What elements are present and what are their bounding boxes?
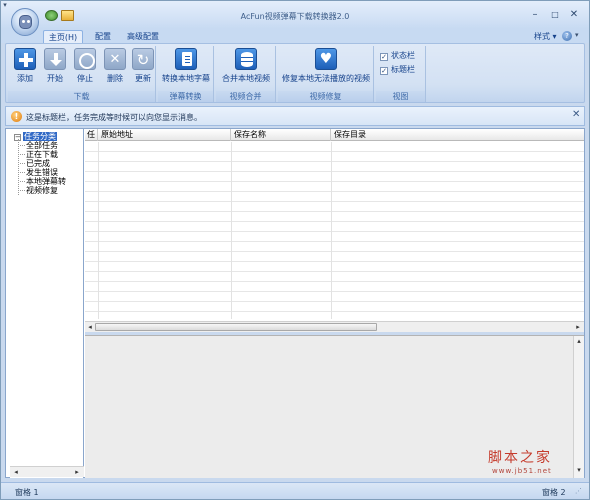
status-bar: 窗格 1 窗格 2 ⋰ xyxy=(1,482,589,499)
column-divider xyxy=(331,142,332,319)
style-menu-label: 样式 xyxy=(534,32,550,41)
titlebar-checkbox-label: 标题栏 xyxy=(391,65,415,74)
column-divider xyxy=(98,142,99,319)
column-index[interactable]: 任 xyxy=(85,129,98,141)
group-view: ✓ 状态栏 ✓ 标题栏 视图 xyxy=(376,46,426,102)
resize-grip-icon[interactable]: ⋰ xyxy=(575,487,582,495)
database-icon xyxy=(235,48,257,70)
table-header: 任 原始地址 保存名称 保存目录 xyxy=(85,129,584,141)
repair-video-label: 修复本地无法播放的视频 xyxy=(282,74,370,83)
style-menu[interactable]: 样式 ▾ xyxy=(534,30,557,43)
main-area: − 任务分类 全部任务 正在下载 已完成 发生错误 本地弹幕转 视频修复 ◂ ▸ … xyxy=(5,128,585,478)
table-body xyxy=(85,142,584,319)
add-icon xyxy=(14,48,36,70)
checkbox-check-icon: ✓ xyxy=(380,67,388,75)
tree-connector xyxy=(18,139,19,195)
site-watermark: 脚本之家 www.jb51.net xyxy=(488,447,588,483)
checkbox-check-icon: ✓ xyxy=(380,53,388,61)
watermark-title: 脚本之家 xyxy=(488,450,552,466)
help-dropdown-icon[interactable]: ▾ xyxy=(575,31,579,39)
stop-button[interactable]: 停止 xyxy=(72,48,98,88)
start-label: 开始 xyxy=(47,74,63,83)
statusbar-checkbox[interactable]: ✓ 状态栏 xyxy=(380,50,415,61)
group-video-merge: 合并本地视频 视频合并 xyxy=(216,46,276,102)
scrollbar-thumb[interactable] xyxy=(95,323,377,331)
tab-advanced-config[interactable]: 高级配置 xyxy=(121,30,165,43)
maximize-button[interactable]: □ xyxy=(548,9,562,21)
delete-icon xyxy=(104,48,126,70)
update-label: 更新 xyxy=(135,74,151,83)
repair-heart-icon xyxy=(315,48,337,70)
statusbar-checkbox-label: 状态栏 xyxy=(391,51,415,60)
group-danmaku-label: 弹幕转换 xyxy=(158,91,213,102)
scroll-right-icon[interactable]: ▸ xyxy=(573,323,583,332)
tab-config[interactable]: 配置 xyxy=(87,30,119,43)
column-save-directory[interactable]: 保存目录 xyxy=(331,129,584,141)
column-source-url[interactable]: 原始地址 xyxy=(98,129,231,141)
column-divider xyxy=(231,142,232,319)
watermark-url: www.jb51.net xyxy=(492,467,552,475)
column-save-name[interactable]: 保存名称 xyxy=(231,129,331,141)
quick-access-dropdown-icon[interactable]: ▾ xyxy=(1,1,9,11)
group-view-label: 视图 xyxy=(376,91,425,102)
close-button[interactable]: ✕ xyxy=(567,9,581,21)
start-button[interactable]: 开始 xyxy=(42,48,68,88)
merge-video-button[interactable]: 合并本地视频 xyxy=(218,48,274,88)
app-window: ▾ AcFun视频弹幕下载转换器2.0 – □ ✕ 主页(H) 配置 高级配置 … xyxy=(0,0,590,500)
tree-item-video-repair[interactable]: 视频修复 xyxy=(20,185,58,196)
tab-home[interactable]: 主页(H) xyxy=(43,30,83,43)
scroll-right-icon[interactable]: ▸ xyxy=(72,468,82,477)
group-download-label: 下载 xyxy=(8,91,155,102)
info-bar: ! 这是标题栏，任务完成等时候可以向您显示消息。 ✕ xyxy=(5,106,585,126)
scroll-up-icon[interactable]: ▴ xyxy=(574,337,584,346)
task-table: 任 原始地址 保存名称 保存目录 ◂ ▸ xyxy=(85,129,584,332)
minimize-button[interactable]: – xyxy=(528,9,542,21)
merge-video-label: 合并本地视频 xyxy=(222,74,270,83)
info-close-button[interactable]: ✕ xyxy=(572,109,580,120)
help-icon[interactable]: ? xyxy=(562,31,572,41)
group-download: 添加 开始 停止 删除 更新 下载 xyxy=(8,46,156,102)
task-category-tree: − 任务分类 全部任务 正在下载 已完成 发生错误 本地弹幕转 视频修复 xyxy=(10,129,84,478)
tree-horizontal-scrollbar[interactable]: ◂ ▸ xyxy=(10,466,84,477)
status-pane-2: 窗格 2 xyxy=(542,488,566,497)
app-menu-button[interactable] xyxy=(11,8,39,36)
download-icon xyxy=(44,48,66,70)
stop-label: 停止 xyxy=(77,74,93,83)
group-video-repair: 修复本地无法播放的视频 视频修复 xyxy=(278,46,374,102)
status-pane-1: 窗格 1 xyxy=(15,488,39,497)
add-label: 添加 xyxy=(17,74,33,83)
window-title: AcFun视频弹幕下载转换器2.0 xyxy=(240,12,350,21)
info-message: 这是标题栏，任务完成等时候可以向您显示消息。 xyxy=(26,113,202,122)
style-dropdown-icon: ▾ xyxy=(552,32,557,41)
document-icon xyxy=(175,48,197,70)
convert-subtitle-button[interactable]: 转换本地字幕 xyxy=(160,48,212,88)
update-button[interactable]: 更新 xyxy=(130,48,156,88)
convert-subtitle-label: 转换本地字幕 xyxy=(162,74,210,83)
delete-button[interactable]: 删除 xyxy=(102,48,128,88)
add-button[interactable]: 添加 xyxy=(12,48,38,88)
titlebar-checkbox[interactable]: ✓ 标题栏 xyxy=(380,64,415,75)
refresh-icon xyxy=(132,48,154,70)
stop-icon xyxy=(74,48,96,70)
scroll-left-icon[interactable]: ◂ xyxy=(11,468,21,477)
ribbon-tabs: 主页(H) 配置 高级配置 样式 ▾ ? ▾ xyxy=(1,29,589,43)
warning-icon: ! xyxy=(11,111,22,122)
group-repair-label: 视频修复 xyxy=(278,91,373,102)
app-logo-icon xyxy=(19,15,32,29)
group-merge-label: 视频合并 xyxy=(216,91,275,102)
title-bar: ▾ AcFun视频弹幕下载转换器2.0 – □ ✕ xyxy=(1,1,589,36)
repair-video-button[interactable]: 修复本地无法播放的视频 xyxy=(280,48,372,88)
scroll-left-icon[interactable]: ◂ xyxy=(85,323,95,332)
ribbon-panel: 添加 开始 停止 删除 更新 下载 转换本地字幕 xyxy=(5,43,585,103)
delete-label: 删除 xyxy=(107,74,123,83)
table-horizontal-scrollbar[interactable]: ◂ ▸ xyxy=(85,321,584,332)
group-danmaku-convert: 转换本地字幕 弹幕转换 xyxy=(158,46,214,102)
